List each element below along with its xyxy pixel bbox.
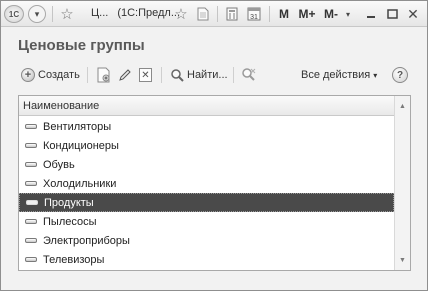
item-icon (25, 257, 37, 262)
item-icon (25, 162, 37, 167)
chevron-down-icon[interactable]: ▾ (343, 5, 353, 23)
item-icon (25, 238, 37, 243)
pencil-icon (119, 69, 131, 81)
all-actions-menu[interactable]: Все действия ▾ (301, 64, 377, 86)
window-title-app: (1С:Предл... (117, 7, 180, 19)
table-row[interactable]: Электроприборы (19, 231, 394, 250)
row-label: Кондиционеры (43, 139, 119, 152)
memory-button[interactable]: M (277, 5, 291, 23)
column-header[interactable]: Наименование (19, 96, 394, 116)
delete-icon: ✕ (139, 68, 152, 82)
scroll-up-icon[interactable]: ▲ (395, 98, 410, 114)
favorites-star-icon[interactable]: ☆ (58, 5, 76, 23)
all-actions-label: Все действия (301, 69, 371, 81)
edit-button[interactable] (118, 64, 132, 86)
row-label: Холодильники (43, 177, 117, 190)
item-icon (25, 181, 37, 186)
divider (269, 6, 270, 22)
window-title: Ц... (1С:Предл... (91, 7, 180, 19)
divider (217, 6, 218, 22)
vertical-scrollbar[interactable]: ▲ ▼ (394, 96, 410, 270)
table-row[interactable]: Холодильники (19, 174, 394, 193)
delete-button[interactable]: ✕ (139, 64, 152, 86)
row-label: Электроприборы (43, 234, 130, 247)
document-icon[interactable] (196, 5, 210, 23)
row-label: Продукты (44, 196, 94, 209)
item-icon (26, 200, 38, 205)
find-label: Найти... (187, 69, 228, 81)
create-button[interactable]: + Создать (21, 64, 80, 86)
memory-plus-button[interactable]: M+ (296, 5, 318, 23)
divider (233, 67, 234, 83)
svg-text:31: 31 (250, 14, 258, 21)
memory-minus-button[interactable]: M- (321, 5, 341, 23)
chevron-down-icon: ▾ (373, 70, 378, 80)
row-label: Обувь (43, 158, 75, 171)
window: 1С ▾ ☆ Ц... (1С:Предл... ☆ 31 M M+ M- ▾ ✕… (0, 0, 428, 291)
calendar-icon[interactable]: 31 (246, 5, 262, 23)
item-icon (25, 143, 37, 148)
item-icon (25, 124, 37, 129)
table-row[interactable]: Телевизоры (19, 250, 394, 269)
table-body: Вентиляторы Кондиционеры Обувь Холодильн… (19, 117, 394, 269)
row-label: Телевизоры (43, 253, 105, 266)
item-icon (25, 219, 37, 224)
divider (161, 67, 162, 83)
search-icon (171, 69, 184, 82)
table-row[interactable]: Вентиляторы (19, 117, 394, 136)
groups-table[interactable]: Наименование Вентиляторы Кондиционеры Об… (18, 95, 411, 271)
divider (87, 67, 88, 83)
table-row[interactable]: Кондиционеры (19, 136, 394, 155)
copy-icon (97, 67, 110, 83)
window-title-short: Ц... (91, 7, 109, 19)
help-button[interactable]: ? (392, 64, 408, 86)
table-row[interactable]: Обувь (19, 155, 394, 174)
app-logo-icon[interactable]: 1С (4, 5, 24, 23)
toolbar: + Создать ✕ Найти... Все действия ▾ ? (17, 64, 413, 86)
column-header-label: Наименование (23, 99, 100, 112)
plus-icon: + (21, 68, 35, 82)
find-button[interactable]: Найти... (170, 64, 228, 86)
minimize-button[interactable] (363, 5, 379, 23)
calculator-icon[interactable] (225, 5, 239, 23)
scroll-down-icon[interactable]: ▼ (395, 252, 410, 268)
copy-button[interactable] (97, 64, 111, 86)
close-button[interactable]: ✕ (405, 5, 421, 23)
table-row-selected[interactable]: Продукты (19, 193, 394, 212)
maximize-button[interactable] (384, 5, 400, 23)
title-bar: 1С ▾ ☆ Ц... (1С:Предл... ☆ 31 M M+ M- ▾ ✕ (1, 1, 427, 27)
main-menu-button[interactable]: ▾ (28, 5, 46, 23)
create-label: Создать (38, 69, 80, 81)
add-favorite-star-icon[interactable]: ☆ (172, 5, 190, 23)
divider (52, 6, 53, 22)
row-label: Пылесосы (43, 215, 97, 228)
cancel-search-button[interactable] (241, 64, 257, 86)
row-label: Вентиляторы (43, 120, 112, 133)
help-icon: ? (392, 67, 408, 83)
cancel-search-icon (242, 68, 256, 81)
table-row[interactable]: Пылесосы (19, 212, 394, 231)
page-title: Ценовые группы (18, 37, 145, 54)
